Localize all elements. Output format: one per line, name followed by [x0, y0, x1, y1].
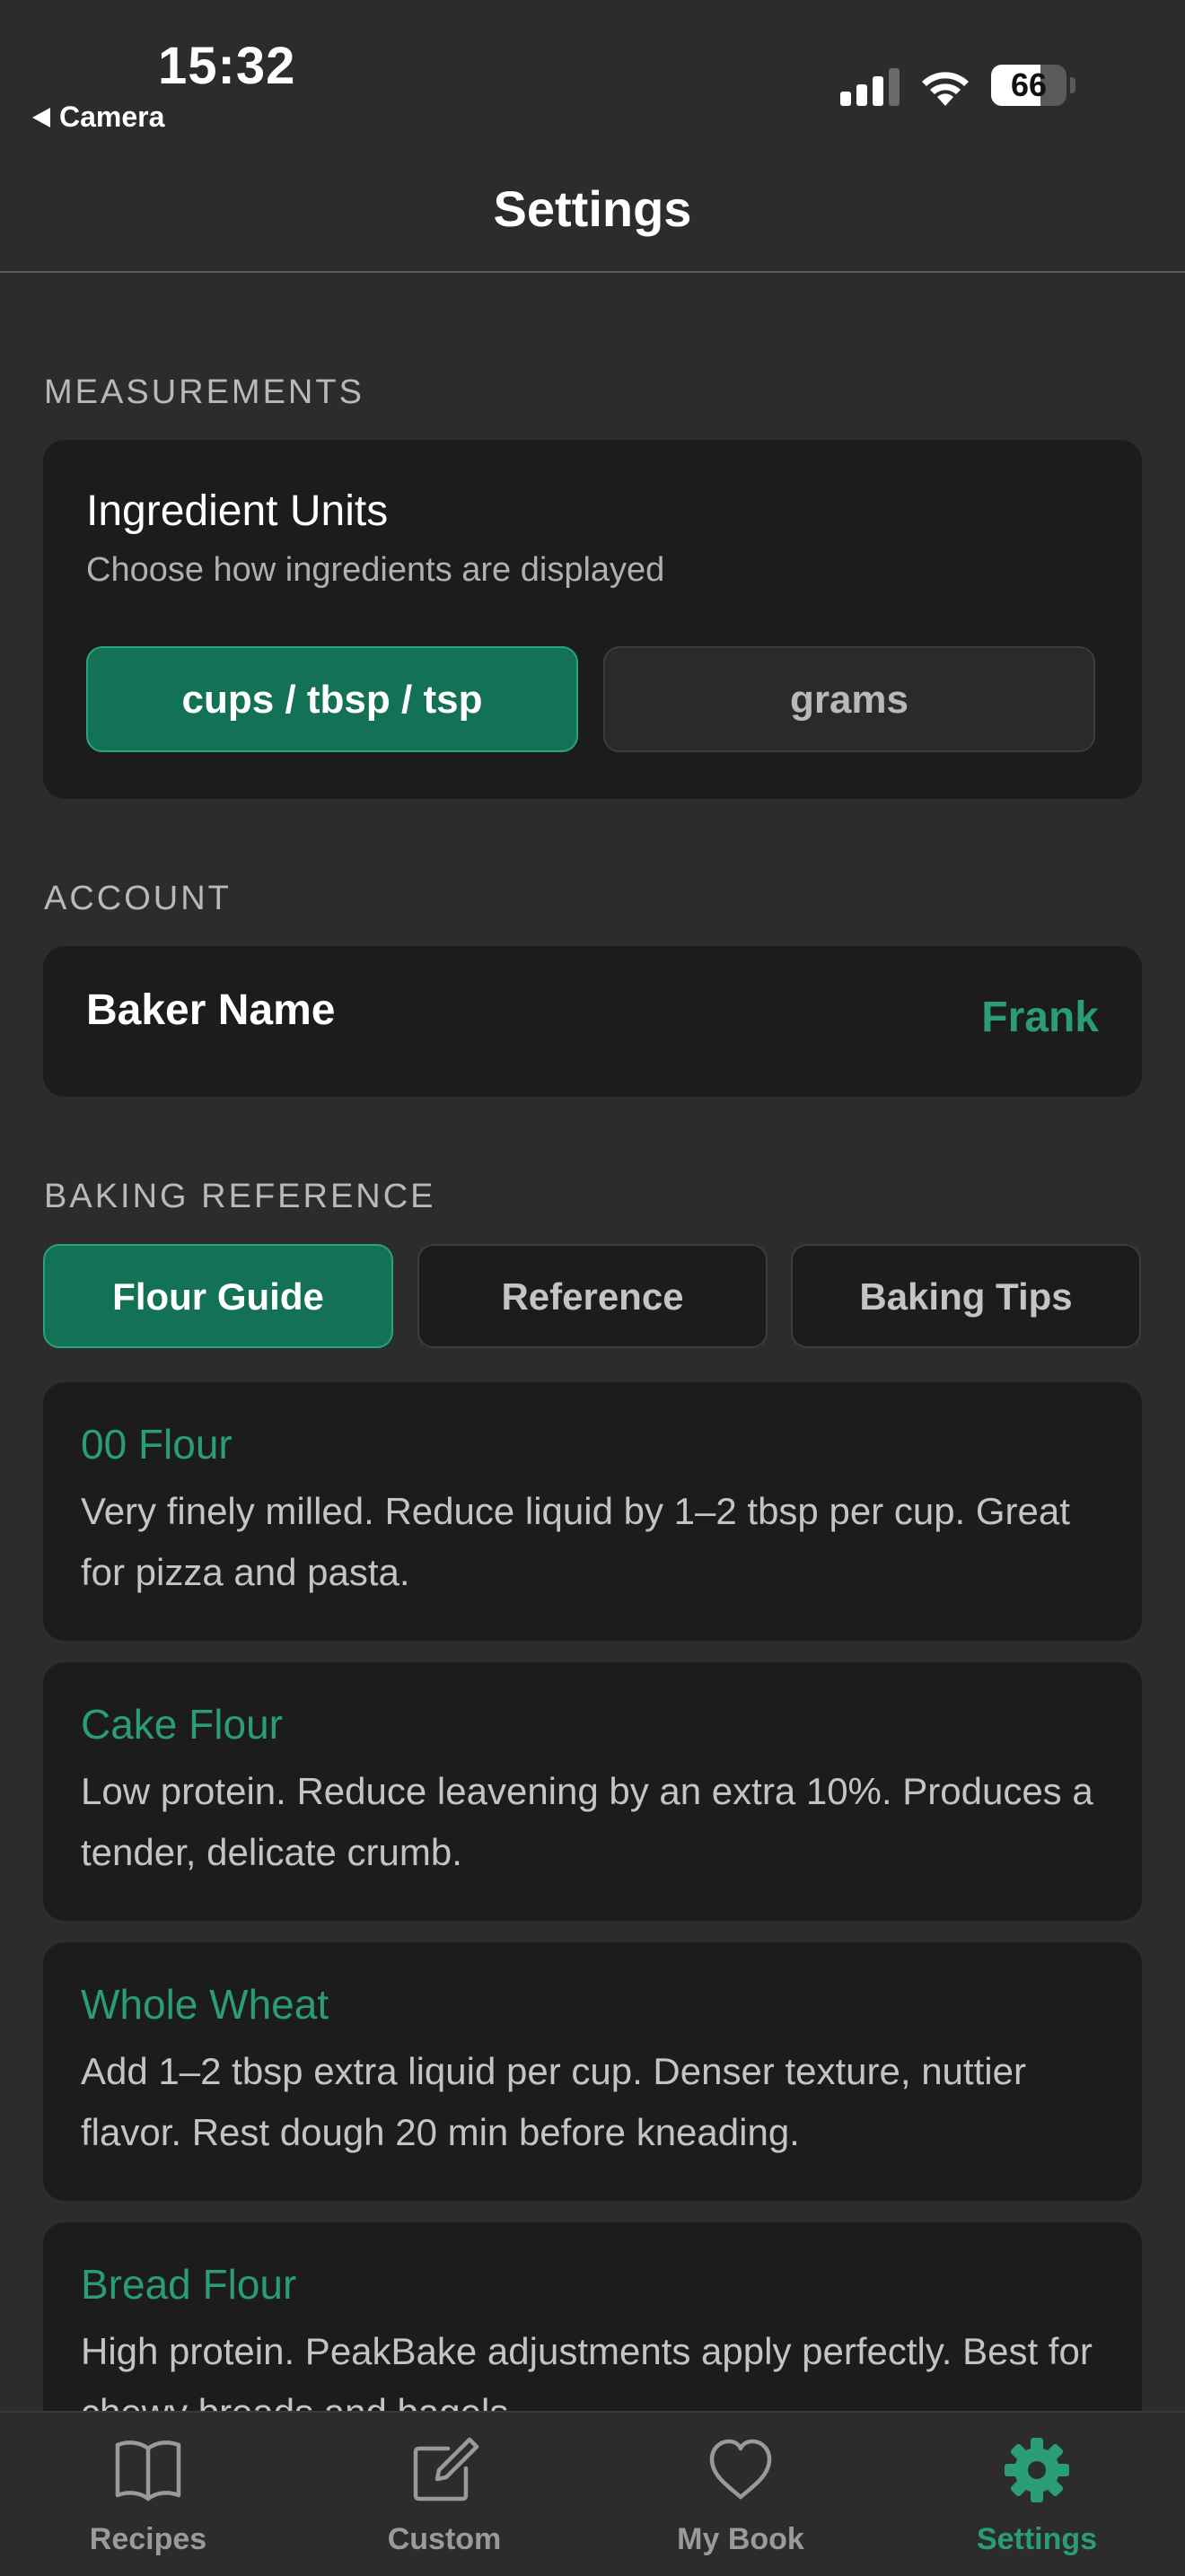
back-app-label: Camera: [59, 101, 165, 133]
scroll-content[interactable]: 15:32 Camera 66 Settings MEASUREMENTS In…: [0, 0, 1185, 2411]
tab-flour-guide[interactable]: Flour Guide: [43, 1244, 393, 1348]
flour-card: Bread Flour High protein. PeakBake adjus…: [43, 2222, 1142, 2411]
ingredient-units-title: Ingredient Units: [86, 487, 389, 535]
units-option-grams[interactable]: grams: [603, 646, 1095, 752]
tab-bar-my-book[interactable]: My Book: [592, 2413, 889, 2576]
edit-icon: [413, 2437, 479, 2502]
ingredient-units-subtitle: Choose how ingredients are displayed: [86, 551, 665, 589]
flour-card-description: Add 1–2 tbsp extra liquid per cup. Dense…: [81, 2050, 1026, 2153]
section-label-account: ACCOUNT: [44, 880, 232, 917]
tab-bar-settings[interactable]: Settings: [889, 2413, 1185, 2576]
ingredient-units-card: Ingredient Units Choose how ingredients …: [43, 440, 1142, 799]
flour-card-description: Very finely milled. Reduce liquid by 1–2…: [81, 1490, 1070, 1593]
tab-reference[interactable]: Reference: [417, 1244, 768, 1348]
book-icon: [115, 2440, 181, 2502]
tab-bar: Recipes Custom My Book Settings: [0, 2411, 1185, 2576]
back-arrow-icon: [32, 107, 50, 127]
status-time: 15:32: [158, 37, 296, 95]
baker-name-label: Baker Name: [86, 986, 336, 1034]
back-to-app-link[interactable]: Camera: [32, 101, 164, 134]
flour-card: 00 Flour Very finely milled. Reduce liqu…: [43, 1382, 1142, 1641]
battery-level: 66: [1010, 66, 1048, 103]
tab-bar-custom[interactable]: Custom: [296, 2413, 592, 2576]
baker-name-row[interactable]: Baker Name Frank: [43, 946, 1142, 1097]
status-bar: 15:32 Camera 66: [0, 0, 1185, 162]
gear-icon: [1005, 2438, 1069, 2502]
tab-bar-label: Custom: [387, 2522, 502, 2556]
flour-card-title: Cake Flour: [81, 1701, 283, 1748]
flour-card-title: Whole Wheat: [81, 1981, 329, 2028]
flour-card-description: High protein. PeakBake adjustments apply…: [81, 2330, 1093, 2411]
heart-icon: [709, 2439, 772, 2500]
flour-card-title: 00 Flour: [81, 1421, 233, 1468]
tab-bar-label: My Book: [677, 2522, 804, 2556]
tab-bar-label: Recipes: [89, 2522, 207, 2556]
header-divider: [0, 271, 1185, 273]
flour-card-description: Low protein. Reduce leavening by an extr…: [81, 1770, 1093, 1873]
tab-baking-tips[interactable]: Baking Tips: [791, 1244, 1141, 1348]
flour-card-title: Bread Flour: [81, 2261, 297, 2308]
wifi-icon: [922, 72, 969, 106]
battery-icon: 66: [991, 65, 1075, 106]
tab-bar-label: Settings: [976, 2522, 1098, 2556]
baker-name-value[interactable]: Frank: [981, 993, 1099, 1042]
signal-icon: [840, 68, 900, 106]
tab-bar-recipes[interactable]: Recipes: [0, 2413, 296, 2576]
flour-card: Cake Flour Low protein. Reduce leavening…: [43, 1662, 1142, 1921]
page-title: Settings: [493, 180, 692, 237]
flour-card: Whole Wheat Add 1–2 tbsp extra liquid pe…: [43, 1942, 1142, 2201]
section-label-baking-reference: BAKING REFERENCE: [44, 1178, 436, 1215]
units-option-cups[interactable]: cups / tbsp / tsp: [86, 646, 578, 752]
section-label-measurements: MEASUREMENTS: [44, 373, 364, 411]
